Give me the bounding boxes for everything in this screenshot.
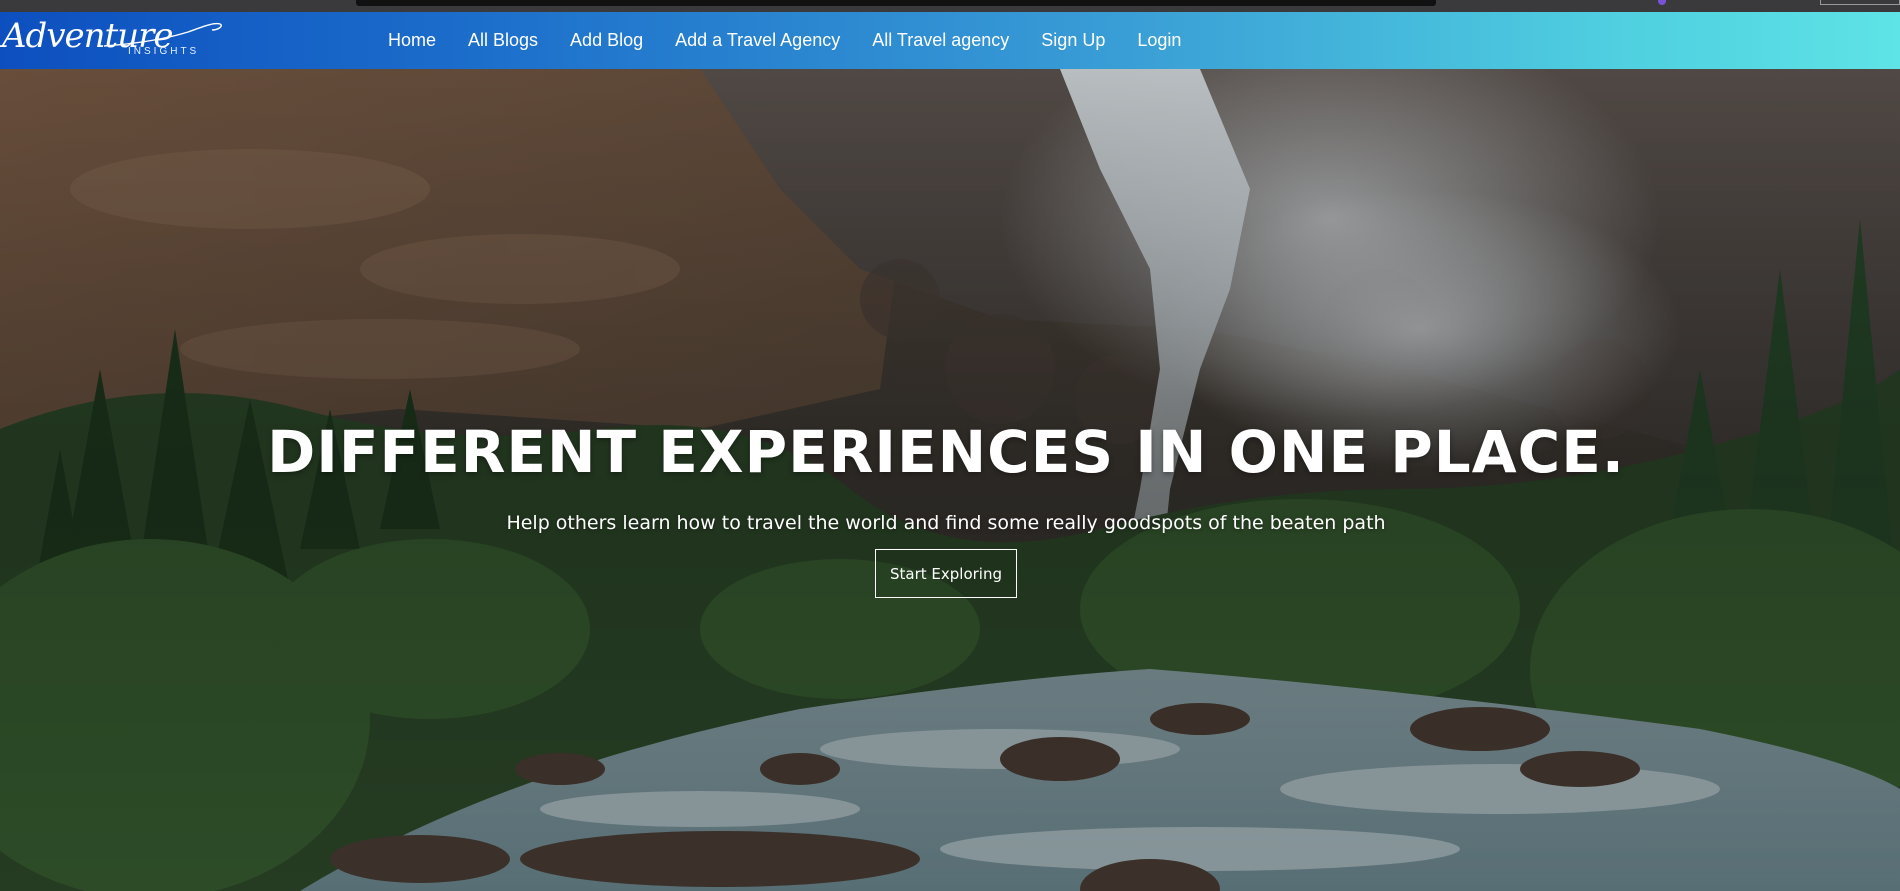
nav-home[interactable]: Home [388, 30, 436, 51]
nav-add-blog[interactable]: Add Blog [570, 30, 643, 51]
nav-all-travel-agency[interactable]: All Travel agency [872, 30, 1009, 51]
nav-all-blogs[interactable]: All Blogs [468, 30, 538, 51]
browser-address-bar [356, 0, 1436, 6]
hero-subtitle: Help others learn how to travel the worl… [506, 512, 1386, 534]
start-exploring-button[interactable]: Start Exploring [875, 549, 1017, 598]
browser-top-strip [0, 0, 1900, 12]
hero-title: DIFFERENT EXPERIENCES IN ONE PLACE. [267, 417, 1625, 486]
main-nav: Home All Blogs Add Blog Add a Travel Age… [372, 12, 1197, 69]
nav-login[interactable]: Login [1137, 30, 1181, 51]
hero-section: DIFFERENT EXPERIENCES IN ONE PLACE. Help… [0, 69, 1900, 891]
navbar: Adventure INSIGHTS Home All Blogs Add Bl… [0, 12, 1900, 69]
extension-icon [1658, 0, 1666, 5]
brand-logo[interactable]: Adventure INSIGHTS [2, 14, 222, 66]
nav-add-travel-agency[interactable]: Add a Travel Agency [675, 30, 840, 51]
logo-subtext: INSIGHTS [128, 46, 200, 57]
nav-sign-up[interactable]: Sign Up [1041, 30, 1105, 51]
browser-control [1820, 0, 1900, 5]
